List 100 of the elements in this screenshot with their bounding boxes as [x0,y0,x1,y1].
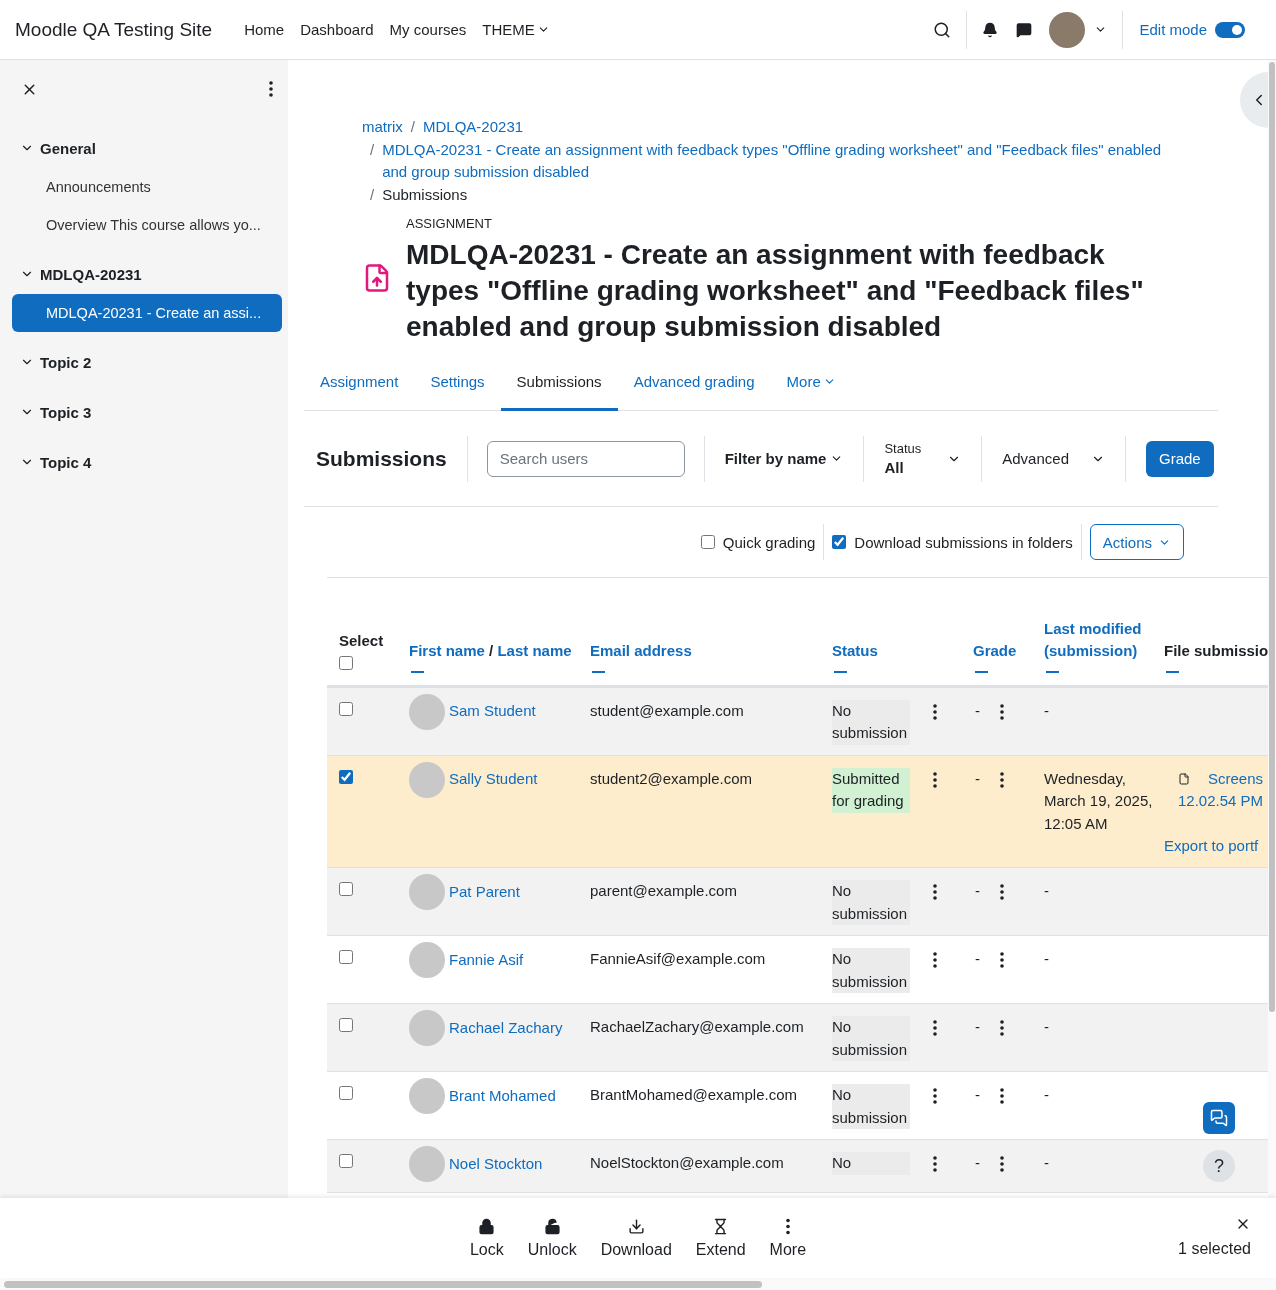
nav-link[interactable]: Dashboard [292,21,382,38]
more-button[interactable] [1000,884,1004,900]
more-button[interactable] [933,884,937,900]
file-icon [1178,772,1190,785]
section-heading[interactable]: Topic 2 [12,342,282,382]
more-button[interactable] [933,1088,937,1104]
collapse-icon[interactable] [411,670,424,673]
user-name-link[interactable]: Fannie Asif [449,948,524,972]
row-checkbox[interactable] [339,882,353,896]
bulk-action-button[interactable]: Unlock [515,1217,589,1259]
collapse-icon[interactable] [975,670,988,673]
column-header[interactable]: Grade [973,640,1044,663]
collapse-icon[interactable] [1046,670,1059,673]
breadcrumb-link[interactable]: MDLQA-20231 - Create an assignment with feedback types "Offline grading worksheet" and "Feedback files" enabled and group submission disabled [382,138,1164,184]
column-header[interactable]: Last modified (submission) [1044,617,1149,663]
site-name[interactable]: Moodle QA Testing Site [15,18,213,41]
select-all-checkbox[interactable] [339,656,353,670]
user-name-link[interactable]: Sam Student [449,700,536,723]
grade-text: - [974,1085,980,1105]
actions-dropdown[interactable]: Actions [1089,524,1184,560]
chat-icon [1210,1109,1228,1127]
user-name-link[interactable]: Pat Parent [449,880,520,904]
nav-link[interactable]: THEME [474,21,558,38]
file-link[interactable]: 12.02.54 PM [1178,790,1268,813]
status-dropdown[interactable]: Status All [864,441,982,476]
chat-button[interactable] [1203,1102,1235,1134]
bulk-action-button[interactable]: Extend [683,1217,758,1259]
advanced-dropdown[interactable]: Advanced [982,450,1125,467]
more-button[interactable] [1000,1156,1004,1172]
date-text: - [1044,1017,1050,1037]
date-text: - [1044,700,1050,721]
bulk-action-button[interactable]: Download [588,1217,684,1259]
tab[interactable]: More [770,359,852,411]
option-checkbox[interactable] [832,535,847,549]
more-icon [933,703,937,720]
status-text: No submission [832,948,910,993]
more-icon [1000,1088,1004,1104]
column-header[interactable]: Status [832,640,973,663]
nav-link[interactable]: My courses [381,21,475,38]
date-text: - [1044,881,1050,901]
column-header[interactable]: First name [409,642,485,659]
export-link[interactable]: Export to portf [1164,834,1268,857]
more-button[interactable] [933,952,937,968]
sidebar-item[interactable]: MDLQA-20231 - Create an assi... [12,294,282,332]
more-button[interactable] [1000,952,1004,968]
more-button[interactable] [933,1156,937,1172]
section-heading[interactable]: MDLQA-20231 [12,254,282,294]
filter-dropdown[interactable]: Filter by name [704,450,864,467]
collapse-icon[interactable] [592,670,605,673]
sidebar-item[interactable]: Announcements [12,168,282,206]
tab[interactable]: Settings [414,359,501,411]
row-checkbox[interactable] [339,1018,353,1032]
section-heading[interactable]: General [12,128,282,168]
bulk-action-button[interactable]: More [757,1217,819,1259]
nav-link[interactable]: Home [236,21,293,38]
email-text: RachaelZachary@example.com [590,1017,805,1037]
more-icon [933,1156,937,1172]
more-button[interactable] [1000,1088,1004,1104]
column-header[interactable]: Email address [590,640,832,663]
more-icon [933,771,937,788]
sidebar-item[interactable]: Overview This course allows yo... [12,206,282,244]
selection-count: 1 selected [1178,1240,1251,1258]
row-checkbox[interactable] [339,1154,353,1168]
user-name-link[interactable]: Brant Mohamed [449,1084,556,1108]
tab[interactable]: Assignment [304,359,415,411]
more-button[interactable] [1000,771,1004,788]
user-avatar[interactable] [1049,11,1086,48]
more-button[interactable] [1000,703,1004,720]
collapse-icon[interactable] [834,670,847,673]
user-name-link[interactable]: Rachael Zachary [449,1016,563,1040]
column-header[interactable]: Last name [497,642,572,659]
user-name-link[interactable]: Noel Stockton [449,1152,543,1176]
row-checkbox[interactable] [339,701,353,716]
section-heading[interactable]: Topic 3 [12,392,282,432]
row-checkbox[interactable] [339,769,353,784]
more-button[interactable] [933,1020,937,1036]
user-avatar [409,693,445,730]
row-checkbox[interactable] [339,950,353,964]
option-checkbox[interactable] [700,535,715,549]
row-checkbox[interactable] [339,1086,353,1100]
bulk-action-button[interactable]: Lock [457,1217,516,1259]
more-icon [1000,1020,1004,1036]
more-icon [1000,952,1004,968]
user-avatar [409,761,445,798]
file-link[interactable]: Screens [1208,767,1264,790]
tab[interactable]: Advanced grading [617,359,771,411]
breadcrumb-link[interactable]: matrix [362,116,403,139]
edit-mode-toggle[interactable] [1215,21,1245,38]
search-field[interactable]: Search users [486,440,685,477]
more-button[interactable] [933,703,937,720]
user-avatar [409,1010,445,1046]
more-button[interactable] [933,771,937,788]
more-button[interactable] [1000,1020,1004,1036]
section-heading[interactable]: Topic 4 [12,442,282,482]
user-name-link[interactable]: Sally Student [449,768,538,791]
collapse-icon[interactable] [1166,670,1179,673]
tab[interactable]: Submissions [500,359,618,411]
email-text: student2@example.com [590,768,753,789]
grade-button[interactable]: Grade [1146,440,1214,477]
breadcrumb-link[interactable]: MDLQA-20231 [423,116,524,139]
